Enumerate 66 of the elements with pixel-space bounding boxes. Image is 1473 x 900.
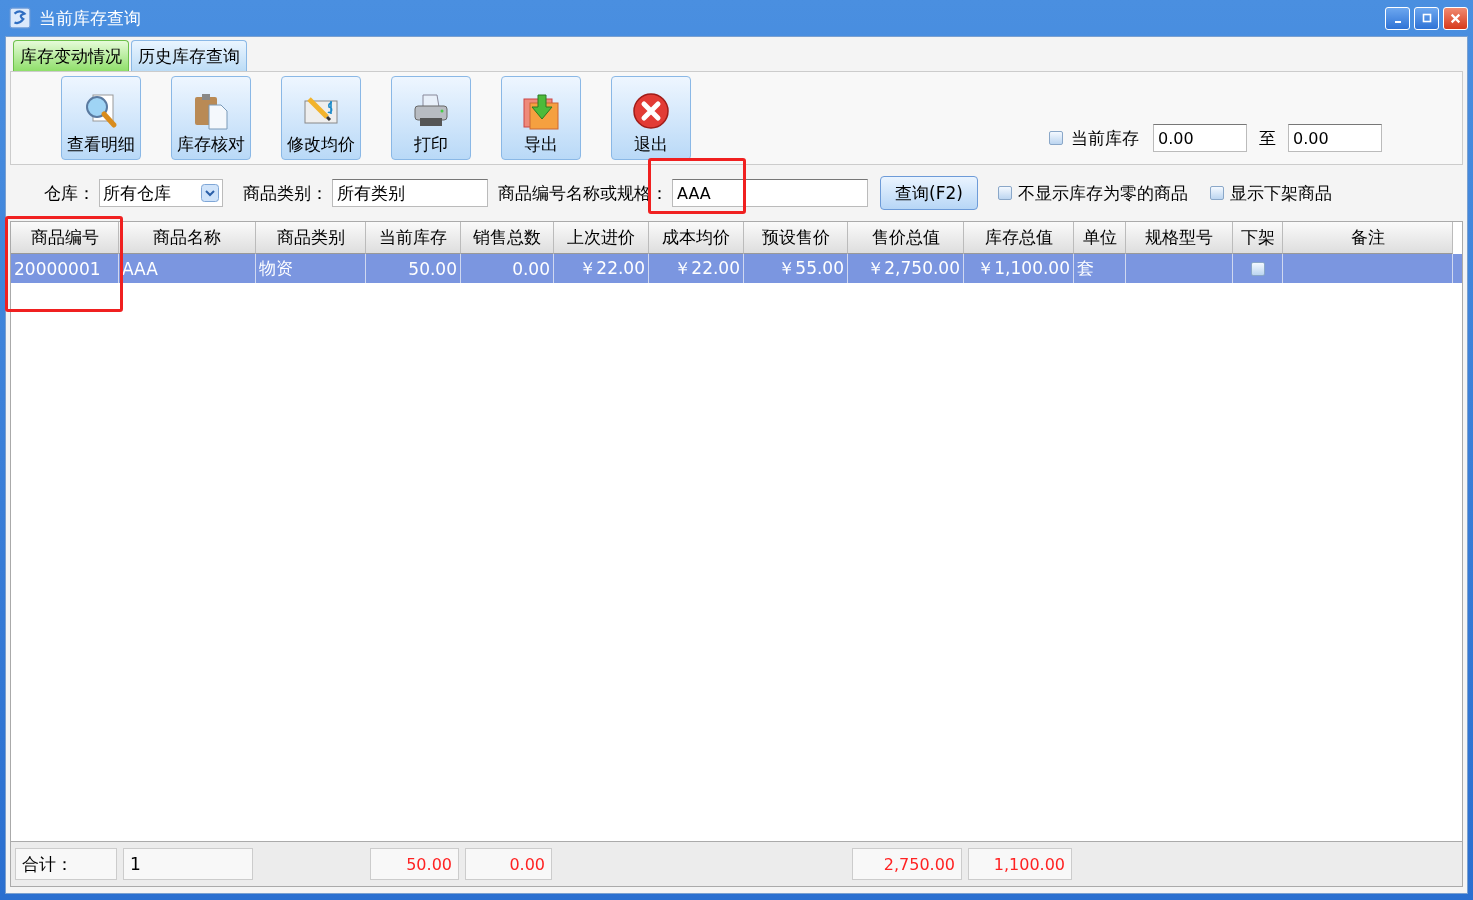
total-cell: 1 [123, 848, 253, 880]
column-header[interactable]: 下架 [1233, 222, 1283, 254]
app-icon [9, 7, 31, 29]
table-cell: ￥55.00 [744, 254, 848, 283]
table-cell: 50.00 [366, 254, 461, 283]
window-title: 当前库存查询 [39, 6, 141, 30]
toolbar-button[interactable]: 库存核对 [171, 76, 251, 160]
minimize-button[interactable] [1385, 6, 1410, 30]
maximize-button[interactable] [1414, 6, 1439, 30]
column-header[interactable]: 商品编号 [11, 222, 119, 254]
checkbox[interactable] [1049, 131, 1063, 145]
table-cell: ￥22.00 [649, 254, 744, 283]
stock-range-label: 当前库存 [1071, 126, 1139, 150]
category-label: 商品类别： [243, 181, 328, 205]
table-cell: 物资 [256, 254, 366, 283]
min-stock-field[interactable]: 0.00 [1153, 124, 1247, 152]
column-header[interactable]: 售价总值 [848, 222, 964, 254]
column-header[interactable]: 上次进价 [554, 222, 649, 254]
toolbar-button[interactable]: 查看明细 [61, 76, 141, 160]
total-cell: 1,100.00 [968, 848, 1072, 880]
query-button[interactable]: 查询(F2) [880, 176, 978, 210]
column-header[interactable]: 商品类别 [256, 222, 366, 254]
total-cell: 2,750.00 [852, 848, 962, 880]
export-icon [521, 91, 561, 131]
column-header[interactable]: 单位 [1074, 222, 1126, 254]
column-header[interactable]: 规格型号 [1126, 222, 1233, 254]
table-cell: AAA [119, 254, 256, 283]
toolbar-button[interactable]: 退出 [611, 76, 691, 160]
column-header[interactable]: 销售总数 [461, 222, 554, 254]
table-cell: ￥2,750.00 [848, 254, 964, 283]
tab[interactable]: 库存变动情况 [13, 40, 129, 71]
column-header[interactable]: 库存总值 [964, 222, 1074, 254]
table-cell: 20000001 [11, 254, 119, 283]
checkbox[interactable] [1250, 261, 1265, 276]
total-cell: 0.00 [465, 848, 552, 880]
option-label: 显示下架商品 [1229, 181, 1332, 205]
tab[interactable]: 历史库存查询 [131, 40, 247, 71]
search-field[interactable]: AAA [672, 179, 868, 207]
table-cell: ￥22.00 [554, 254, 649, 283]
exit-icon [631, 91, 671, 131]
table-cell: 0.00 [461, 254, 554, 283]
table-cell: ￥1,100.00 [964, 254, 1074, 283]
checkbox[interactable] [1209, 186, 1224, 200]
warehouse-dropdown[interactable]: 所有仓库 [99, 179, 223, 207]
column-header[interactable]: 预设售价 [744, 222, 848, 254]
range-separator: 至 [1259, 126, 1276, 150]
option-label: 不显示库存为零的商品 [1017, 181, 1188, 205]
max-stock-field[interactable]: 0.00 [1288, 124, 1382, 152]
search-label: 商品编号名称或规格： [498, 181, 668, 205]
column-header[interactable]: 成本均价 [649, 222, 744, 254]
toolbar-button[interactable]: 导出 [501, 76, 581, 160]
column-header[interactable]: 备注 [1283, 222, 1453, 254]
category-field[interactable]: 所有类别 [332, 179, 488, 207]
checkbox[interactable] [997, 186, 1012, 200]
minimize-icon [1394, 21, 1401, 23]
table-cell: 套 [1074, 254, 1126, 283]
column-header[interactable]: 商品名称 [119, 222, 256, 254]
close-icon [1450, 12, 1461, 24]
total-cell: 合计： [15, 848, 117, 880]
toolbar-button[interactable]: 打印 [391, 76, 471, 160]
toolbar-button[interactable]: 修改均价 [281, 76, 361, 160]
close-button[interactable] [1443, 6, 1468, 30]
total-cell: 50.00 [370, 848, 459, 880]
maximize-icon [1421, 13, 1432, 23]
column-header[interactable]: 当前库存 [366, 222, 461, 254]
warehouse-label: 仓库： [44, 181, 95, 205]
